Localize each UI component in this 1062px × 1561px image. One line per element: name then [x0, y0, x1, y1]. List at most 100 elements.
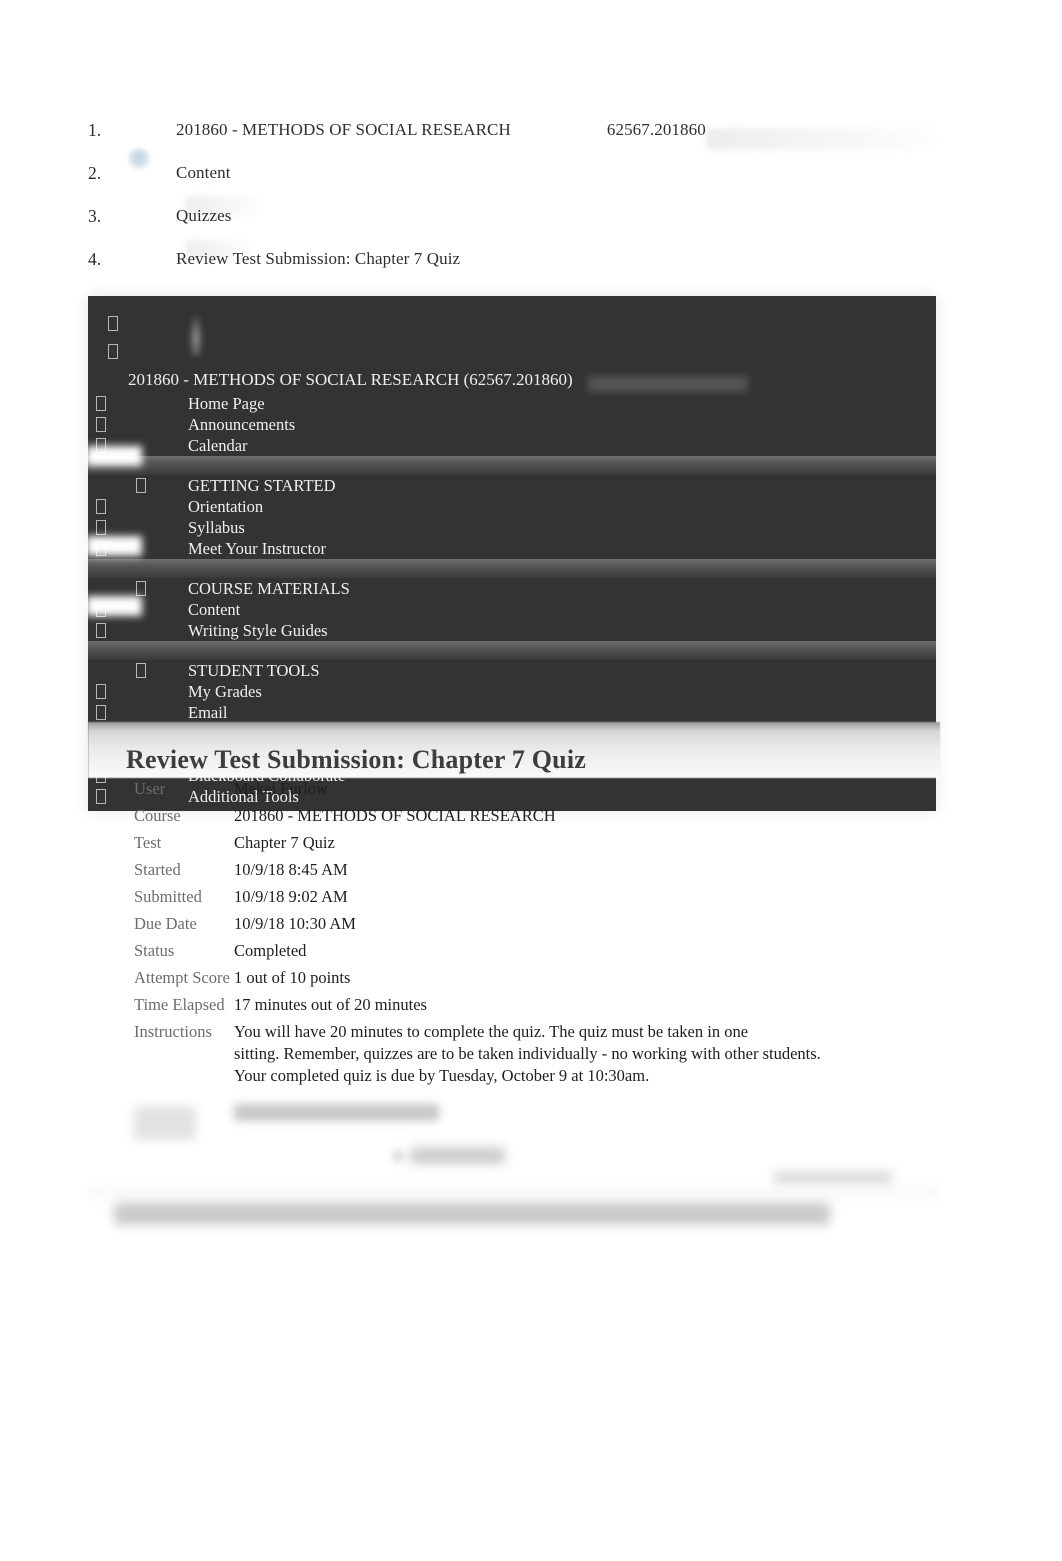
- course-menu-divider: [88, 641, 936, 660]
- breadcrumb-label[interactable]: Review Test Submission: Chapter 7 Quiz: [176, 249, 460, 269]
- course-menu-item-label: Content: [188, 600, 241, 619]
- detail-row-submitted: Submitted 10/9/18 9:02 AM: [134, 886, 934, 908]
- detail-value: 201860 - METHODS OF SOCIAL RESEARCH: [234, 806, 556, 825]
- course-menu-logo-icon: [188, 312, 204, 356]
- list-bullet-icon: [96, 705, 106, 720]
- course-menu-item-label: Writing Style Guides: [188, 621, 328, 640]
- instructions-line: sitting. Remember, quizzes are to be tak…: [234, 1044, 821, 1063]
- detail-row-status: Status Completed: [134, 940, 934, 962]
- breadcrumb-label[interactable]: 201860 - METHODS OF SOCIAL RESEARCH 62567…: [176, 120, 706, 140]
- course-menu-edge-artifact: [86, 596, 142, 616]
- course-menu-divider: [88, 559, 936, 578]
- course-menu-divider: [88, 456, 936, 475]
- course-menu-item-label: Orientation: [188, 497, 264, 516]
- breadcrumb-item-content[interactable]: 2. Content: [88, 163, 948, 193]
- breadcrumb-label[interactable]: Quizzes: [176, 206, 231, 226]
- detail-label: User: [134, 779, 166, 798]
- detail-value: Chapter 7 Quiz: [234, 833, 335, 852]
- detail-row-course: Course 201860 - METHODS OF SOCIAL RESEAR…: [134, 805, 934, 827]
- list-bullet-icon: [96, 789, 106, 804]
- detail-value: 17 minutes out of 20 minutes: [234, 995, 427, 1014]
- detail-label: Submitted: [134, 887, 202, 906]
- detail-row-started: Started 10/9/18 8:45 AM: [134, 859, 934, 881]
- detail-value: 10/9/18 10:30 AM: [234, 914, 356, 933]
- breadcrumb-item-course[interactable]: 1. 201860 - METHODS OF SOCIAL RESEARCH 62…: [88, 120, 948, 150]
- detail-label: Started: [134, 860, 181, 879]
- course-menu-item-home-page[interactable]: Home Page: [88, 393, 936, 414]
- course-menu-item-label: Announcements: [188, 415, 296, 434]
- breadcrumb-item-review-test-submission[interactable]: 4. Review Test Submission: Chapter 7 Qui…: [88, 249, 948, 279]
- course-menu-item-label: Meet Your Instructor: [188, 539, 326, 558]
- course-menu-item-label: Home Page: [188, 394, 265, 413]
- course-menu-item-label: Calendar: [188, 436, 248, 455]
- course-menu-item-email[interactable]: Email: [88, 702, 936, 723]
- instructions-line: Your completed quiz is due by Tuesday, O…: [234, 1066, 650, 1085]
- course-menu-item-my-grades[interactable]: My Grades: [88, 681, 936, 702]
- detail-label: Test: [134, 833, 162, 852]
- menu-toggle-icon[interactable]: [108, 316, 118, 331]
- breadcrumb-item-quizzes[interactable]: 3. Quizzes: [88, 206, 948, 236]
- detail-row-instructions: Instructions You will have 20 minutes to…: [134, 1021, 934, 1087]
- question-marker-icon-obscured: [393, 1150, 403, 1162]
- course-menu-title-smudge: [588, 376, 748, 392]
- results-displayed-label-obscured: [134, 1106, 196, 1140]
- course-menu-item-label: Syllabus: [188, 518, 245, 537]
- detail-row-due-date: Due Date 10/9/18 10:30 AM: [134, 913, 934, 935]
- instructions-text: You will have 20 minutes to complete the…: [234, 1021, 821, 1087]
- detail-row-time-elapsed: Time Elapsed 17 minutes out of 20 minute…: [134, 994, 934, 1016]
- detail-label: Time Elapsed: [134, 995, 225, 1014]
- course-menu-item-syllabus[interactable]: Syllabus: [88, 517, 936, 538]
- breadcrumb-label[interactable]: Content: [176, 163, 231, 183]
- list-bullet-icon: [96, 623, 106, 638]
- detail-label: Due Date: [134, 914, 197, 933]
- course-menu-item-meet-your-instructor[interactable]: Meet Your Instructor: [88, 538, 936, 559]
- course-menu-item-announcements[interactable]: Announcements: [88, 414, 936, 435]
- course-menu-item-writing-style-guides[interactable]: Writing Style Guides: [88, 620, 936, 641]
- results-displayed-value-obscured: [234, 1104, 439, 1121]
- instructions-line: You will have 20 minutes to complete the…: [234, 1022, 749, 1041]
- section-bullet-icon: [136, 581, 146, 596]
- course-menu-item-orientation[interactable]: Orientation: [88, 496, 936, 517]
- breadcrumb: 1. 201860 - METHODS OF SOCIAL RESEARCH 62…: [88, 120, 948, 292]
- course-menu-item-label: Email: [188, 703, 228, 722]
- course-menu-edge-artifact: [86, 446, 142, 466]
- detail-row-user: User Mekei Furlow: [134, 778, 934, 800]
- course-menu-section-label: STUDENT TOOLS: [188, 661, 320, 680]
- question-band-obscured: [88, 1186, 940, 1204]
- breadcrumb-number: 1.: [88, 120, 102, 140]
- detail-row-test: Test Chapter 7 Quiz: [134, 832, 934, 854]
- test-submission-details: User Mekei Furlow Course 201860 - METHOD…: [134, 778, 934, 1092]
- course-menu-item-content[interactable]: Content: [88, 599, 936, 620]
- course-menu-section-label: GETTING STARTED: [188, 476, 336, 495]
- detail-value: 10/9/18 9:02 AM: [234, 887, 348, 906]
- section-bullet-icon: [136, 663, 146, 678]
- question-text-obscured: [114, 1203, 830, 1225]
- menu-refresh-icon[interactable]: [108, 344, 118, 359]
- breadcrumb-course-id: 62567.201860: [606, 120, 706, 139]
- section-bullet-icon: [136, 478, 146, 493]
- course-menu-title-text: 201860 - METHODS OF SOCIAL RESEARCH (625…: [128, 370, 573, 389]
- question-points-obscured: [774, 1170, 892, 1186]
- list-bullet-icon: [96, 417, 106, 432]
- page-title: Review Test Submission: Chapter 7 Quiz: [126, 745, 587, 775]
- breadcrumb-number: 4.: [88, 249, 102, 269]
- detail-label: Attempt Score: [134, 968, 230, 987]
- detail-value: 1 out of 10 points: [234, 968, 351, 987]
- question-heading-obscured: [410, 1147, 505, 1164]
- course-menu-item-calendar[interactable]: Calendar: [88, 435, 936, 456]
- course-avatar-icon: [128, 148, 150, 170]
- list-bullet-icon: [96, 684, 106, 699]
- list-bullet-icon: [96, 396, 106, 411]
- detail-row-attempt-score: Attempt Score 1 out of 10 points: [134, 967, 934, 989]
- detail-value: Mekei Furlow: [234, 779, 328, 798]
- detail-value: Completed: [234, 941, 307, 960]
- breadcrumb-course-name: 201860 - METHODS OF SOCIAL RESEARCH: [176, 120, 511, 139]
- course-menu-section-getting-started: GETTING STARTED: [88, 475, 936, 496]
- breadcrumb-number: 3.: [88, 206, 102, 226]
- detail-label: Status: [134, 941, 175, 960]
- detail-label: Course: [134, 806, 181, 825]
- list-bullet-icon: [96, 499, 106, 514]
- course-menu-edge-artifact: [86, 536, 142, 556]
- list-bullet-icon: [96, 520, 106, 535]
- course-menu-title: 201860 - METHODS OF SOCIAL RESEARCH (625…: [88, 368, 936, 393]
